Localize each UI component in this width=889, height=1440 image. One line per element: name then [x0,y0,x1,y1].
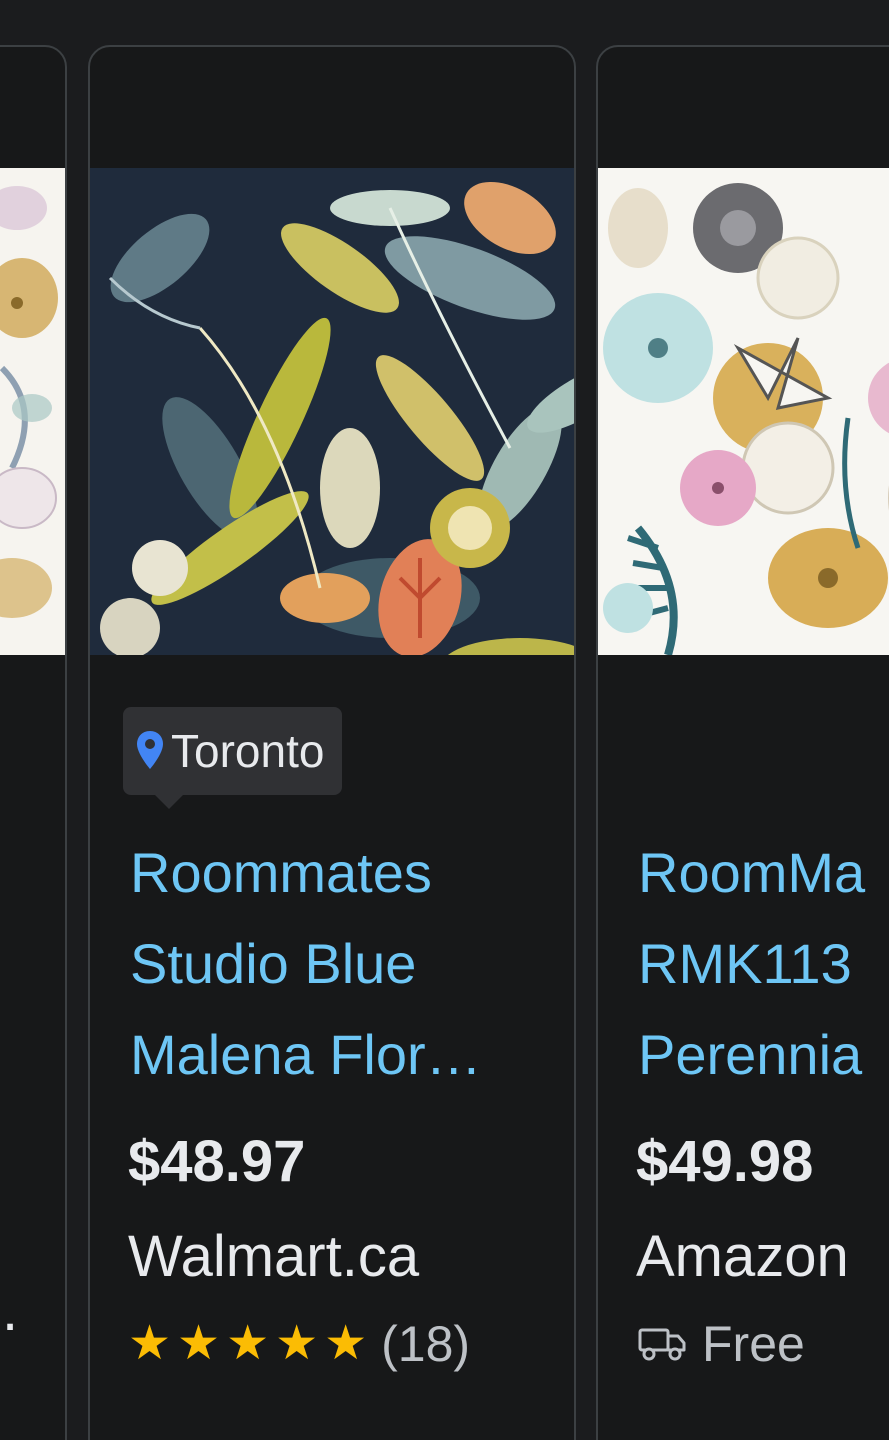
product-image[interactable] [0,168,65,655]
shipping-info: Free [638,1315,805,1373]
product-title-link[interactable]: Roommates Studio Blue Malena Flor… [130,827,550,1100]
star-icon: ★ [226,1317,270,1370]
seller-name: Walmart.ca [128,1224,420,1289]
star-icon: ★ [275,1317,319,1370]
product-rating: ★ ★ ★ ★ ★ (18) [128,1315,470,1373]
star-icon: ★ [128,1317,172,1370]
shopping-carousel: . Toronto Roommates Studio Blue Malena F… [0,0,889,1440]
product-card[interactable]: Toronto Roommates Studio Blue Malena Flo… [88,45,576,1440]
location-label: Toronto [171,725,325,777]
product-price: $48.97 [128,1129,306,1194]
product-title-link[interactable]: RoomMa RMK113 Perennia [638,827,889,1100]
product-image[interactable] [598,168,889,655]
review-count: (18) [381,1316,471,1372]
title-line: Malena Flor… [130,1023,482,1086]
title-line: Studio Blue [130,932,417,995]
title-line: Roommates [130,841,432,904]
star-icon: ★ [324,1317,368,1370]
title-line: RMK113 [638,932,852,995]
seller-label-partial: . [2,1278,19,1343]
product-card-next[interactable]: RoomMa RMK113 Perennia $49.98 Amazon Fre… [596,45,889,1440]
product-card-previous[interactable]: . [0,45,67,1440]
location-pin-icon [137,731,163,769]
seller-name: Amazon [636,1224,849,1289]
star-icon: ★ [177,1317,221,1370]
title-line: Perennia [638,1023,863,1086]
title-line: RoomMa [638,841,866,904]
shipping-label: Free [702,1316,805,1372]
location-tooltip: Toronto [123,707,343,809]
product-image[interactable] [90,168,574,655]
delivery-truck-icon [638,1328,686,1361]
product-price: $49.98 [636,1129,814,1194]
